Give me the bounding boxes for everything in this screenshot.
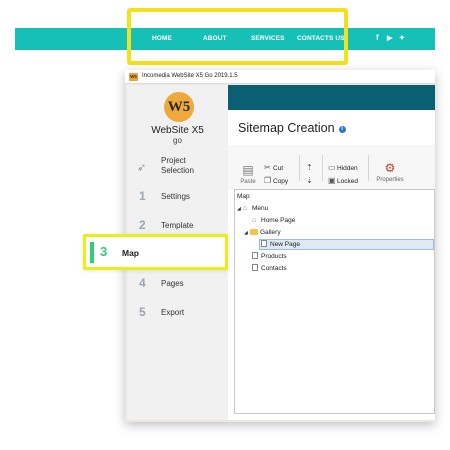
lock-icon: ▣ xyxy=(328,176,336,185)
brand-name: WebSite X5 xyxy=(151,125,204,136)
tree-item-products[interactable]: Products xyxy=(252,251,287,262)
paste-label: Paste xyxy=(240,179,256,185)
toolbar: ▤ Paste ✂ Cut ❐ Copy ⇡ ⇣ ▭Hidden ▣Locked… xyxy=(228,145,435,190)
youtube-icon[interactable]: ▶ xyxy=(387,34,392,42)
cut-label: Cut xyxy=(273,165,284,172)
locked-button[interactable]: ▣Locked xyxy=(328,176,358,185)
tree-item-label: Menu xyxy=(252,205,269,212)
properties-button[interactable]: ⚙ Properties xyxy=(374,161,406,183)
menu-icon: ⌂ xyxy=(243,205,248,212)
app-logo-icon: W5 xyxy=(129,73,138,81)
page-icon xyxy=(252,252,258,259)
folder-icon xyxy=(250,229,258,235)
step-label: Pages xyxy=(161,279,184,288)
step-number: 5 xyxy=(139,305,146,319)
nav-highlight-box xyxy=(127,8,348,65)
active-step-indicator xyxy=(90,242,94,263)
locked-label: Locked xyxy=(337,178,358,185)
properties-label: Properties xyxy=(376,177,404,183)
tree-root-map: Map xyxy=(237,193,250,200)
step-label: Settings xyxy=(161,192,190,201)
facebook-icon[interactable]: f xyxy=(376,33,379,42)
move-down-button[interactable]: ⇣ xyxy=(306,176,315,185)
step-label: Map xyxy=(122,248,139,258)
copy-label: Copy xyxy=(273,178,289,185)
tutorial-screenshot: HOME ABOUT SERVICES CONTACTS US f ▶ ✦ W5… xyxy=(0,0,450,450)
step-number: 1 xyxy=(139,189,146,203)
main-header-bar xyxy=(228,85,435,110)
tree-item-label: Home Page xyxy=(261,217,296,224)
step-label: Export xyxy=(161,308,185,317)
page-icon xyxy=(252,264,258,271)
step-label: Project Selection xyxy=(161,156,194,175)
sidebar-step-pages[interactable]: 4 Pages xyxy=(127,275,228,301)
page-title: Sitemap Creation i xyxy=(238,121,346,135)
step-number: 2 xyxy=(139,218,146,232)
tree-item-label: Contacts xyxy=(261,265,287,272)
toolbar-separator xyxy=(322,155,323,181)
step-number: 3 xyxy=(100,244,108,259)
tree-item-home-page[interactable]: ⌂ Home Page xyxy=(252,215,295,226)
sidebar-step-export[interactable]: 5 Export xyxy=(127,304,228,330)
tree-item-menu[interactable]: ◢ ⌂ Menu xyxy=(237,203,268,214)
hidden-label: Hidden xyxy=(337,165,358,172)
twitter-icon[interactable]: ✦ xyxy=(399,34,405,42)
move-up-icon: ⇡ xyxy=(306,163,313,172)
step-label: Template xyxy=(161,221,194,230)
sidebar-step-project-selection[interactable]: ➶ Project Selection xyxy=(127,156,228,182)
window-title: Incomedia WebSite X5 Go 2019.1.5 xyxy=(142,73,238,79)
properties-icon: ⚙ xyxy=(384,161,396,175)
sidebar-step-settings[interactable]: 1 Settings xyxy=(127,188,228,214)
tree-item-gallery[interactable]: ◢ Gallery xyxy=(244,227,281,238)
move-down-icon: ⇣ xyxy=(306,176,313,185)
main-panel: Sitemap Creation i ▤ Paste ✂ Cut ❐ Copy ⇡ xyxy=(228,85,435,420)
brand-edition: go xyxy=(173,136,182,145)
copy-button[interactable]: ❐ Copy xyxy=(264,176,288,185)
toolbar-separator xyxy=(299,155,300,181)
tree-item-new-page[interactable]: New Page xyxy=(261,239,300,250)
tree-item-contacts[interactable]: Contacts xyxy=(252,263,287,274)
clipboard-icon: ▤ xyxy=(242,163,254,177)
cut-button[interactable]: ✂ Cut xyxy=(264,163,283,172)
copy-icon: ❐ xyxy=(264,176,272,185)
sitemap-tree: Map ◢ ⌂ Menu ⌂ Home Page ◢ Gallery New Page … xyxy=(234,189,435,414)
scissors-icon: ✂ xyxy=(264,163,271,172)
paste-button[interactable]: ▤ Paste xyxy=(237,163,259,185)
tree-item-label: Gallery xyxy=(260,229,281,236)
toolbar-separator xyxy=(368,155,369,181)
hidden-button[interactable]: ▭Hidden xyxy=(328,163,358,172)
step-number: 4 xyxy=(139,276,146,290)
info-icon[interactable]: i xyxy=(338,126,346,133)
tree-item-label: New Page xyxy=(270,241,300,248)
rocket-icon: ➶ xyxy=(137,162,147,174)
hidden-page-icon: ▭ xyxy=(328,163,336,172)
page-title-text: Sitemap Creation xyxy=(238,121,335,135)
sidebar-step-map[interactable]: 3 Map xyxy=(83,234,228,270)
home-icon: ⌂ xyxy=(252,217,257,224)
tree-item-label: Products xyxy=(261,253,287,260)
move-up-button[interactable]: ⇡ xyxy=(306,163,315,172)
brand-logo: W5 xyxy=(164,92,194,122)
page-icon xyxy=(261,240,267,247)
window-titlebar: W5 Incomedia WebSite X5 Go 2019.1.5 xyxy=(125,70,435,84)
